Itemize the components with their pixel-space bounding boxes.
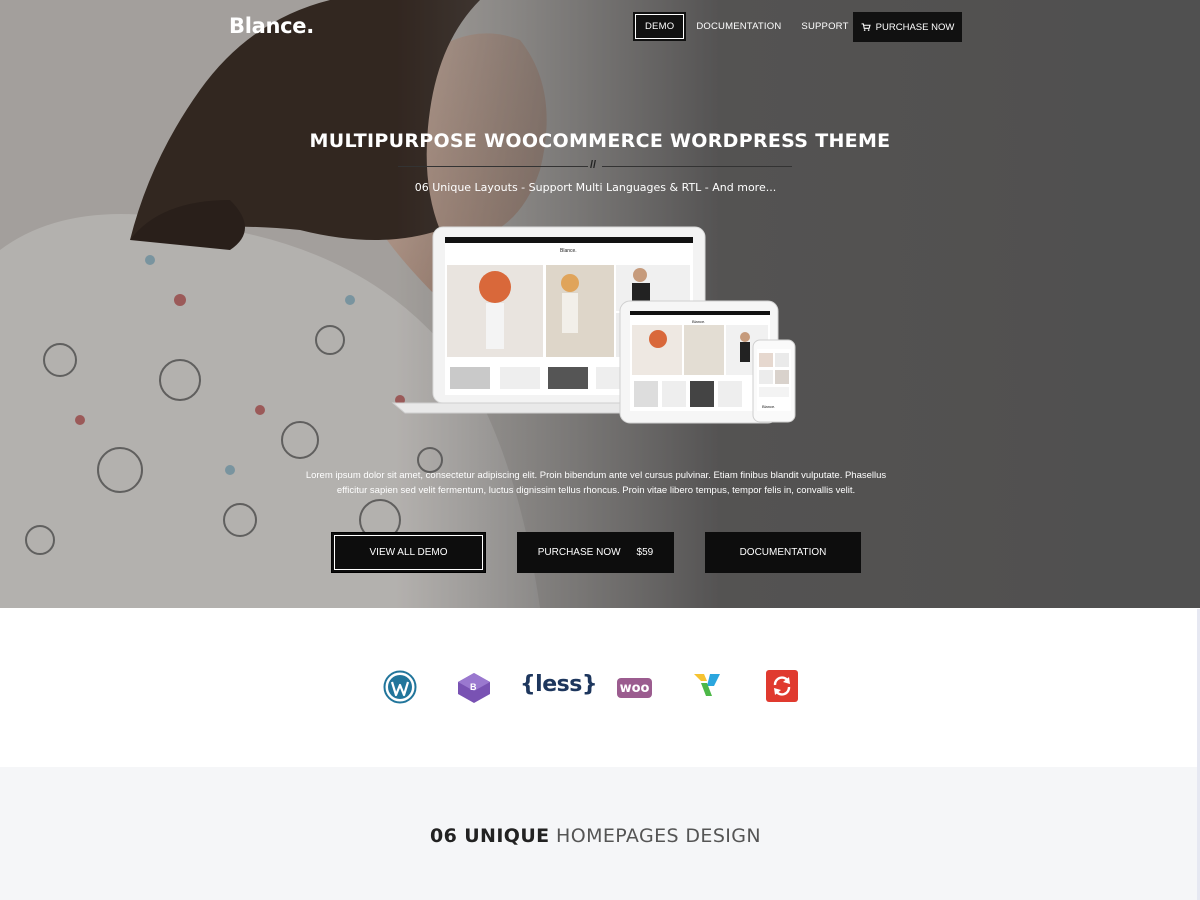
phone-text: Blance. [762,404,775,409]
less-icon: {less} [520,672,597,697]
tablet-logo: Blance. [692,319,705,324]
hero-title: MULTIPURPOSE WOOCOMMERCE WORDPRESS THEME [309,130,891,152]
hero-subtitle: 06 Unique Layouts - Support Multi Langua… [414,181,777,194]
bootstrap-icon: B [458,673,490,703]
view-all-demo-button[interactable]: VIEW ALL DEMO [331,532,486,573]
site-logo[interactable]: Blance. [229,14,314,38]
wordpress-icon [383,670,417,704]
header-purchase-label: PURCHASE NOW [875,21,955,33]
purchase-now-button[interactable]: PURCHASE NOW $59 [517,532,674,573]
homepages-title: 06 UNIQUE HOMEPAGES DESIGN [0,825,1191,847]
homepages-title-light: HOMEPAGES DESIGN [556,825,762,847]
laptop-logo: Blance. [560,248,577,254]
hero-description: Lorem ipsum dolor sit amet, consectetur … [280,468,912,498]
nav-support[interactable]: SUPPORT [791,12,858,41]
cart-icon [861,23,871,31]
svg-text:B: B [470,682,477,692]
header-purchase-button[interactable]: PURCHASE NOW [853,12,962,42]
updates-icon [766,670,798,702]
price-label: $59 [636,547,654,558]
woocommerce-icon: woo [617,678,652,698]
documentation-label: DOCUMENTATION [739,547,827,558]
nav-documentation[interactable]: DOCUMENTATION [686,12,791,41]
view-all-demo-label: VIEW ALL DEMO [369,547,448,558]
main-nav: DEMO DOCUMENTATION SUPPORT [633,12,859,41]
woocommerce-label: woo [619,680,650,696]
visual-composer-icon [694,674,720,696]
divider-mark: // [590,159,597,171]
tech-icons-section [0,609,1200,767]
devices-mockup-image: Blance. Blance. Blance. [391,226,796,424]
nav-demo[interactable]: DEMO [633,12,687,41]
title-divider: // [398,159,792,174]
purchase-now-label: PURCHASE NOW [537,547,621,558]
homepages-title-bold: 06 UNIQUE [429,825,550,847]
hero-description-line-1: Lorem ipsum dolor sit amet, consectetur … [305,470,887,481]
documentation-button[interactable]: DOCUMENTATION [705,532,861,573]
hero-description-line-2: efficitur sapien sed velit fermentum, lu… [336,485,856,496]
